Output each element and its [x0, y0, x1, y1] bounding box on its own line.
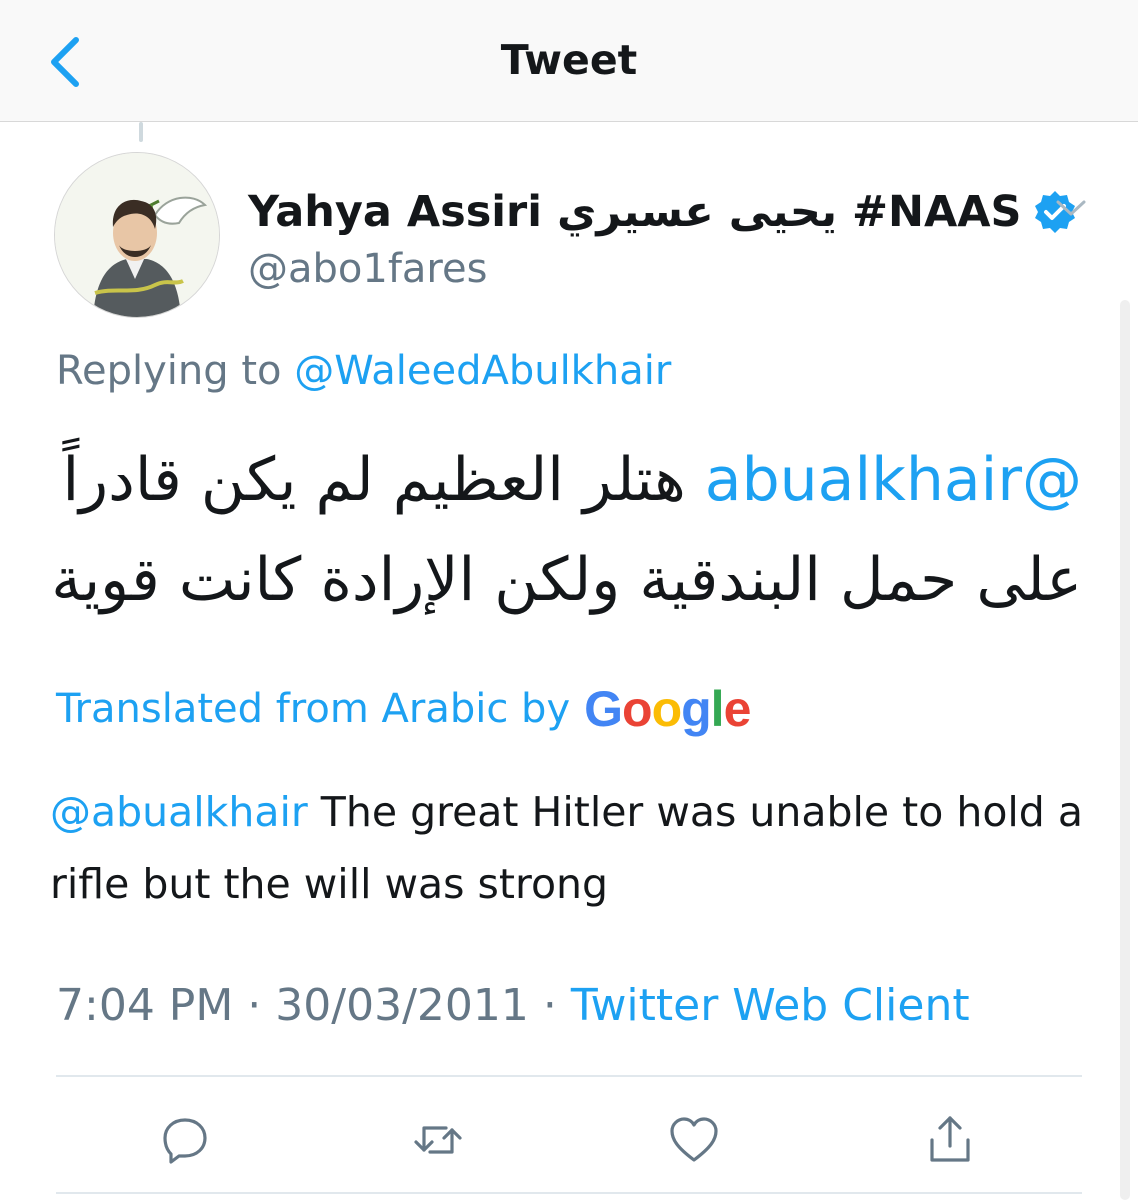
divider	[56, 1192, 1082, 1194]
translation-attribution[interactable]: Translated from Arabic by Google	[56, 680, 752, 738]
replying-to-label: Replying to	[56, 348, 282, 394]
reply-icon[interactable]	[159, 1114, 211, 1166]
divider	[56, 1075, 1082, 1077]
meta-separator: ·	[233, 980, 276, 1031]
google-letter: g	[681, 681, 712, 737]
action-bar	[0, 1110, 1138, 1170]
tweet-metadata: 7:04 PM · 30/03/2011 · Twitter Web Clien…	[56, 980, 970, 1031]
tweet-text: @abualkhair هتلر العظيم لم يكن قادراً عل…	[42, 430, 1082, 630]
retweet-icon[interactable]	[412, 1114, 464, 1166]
google-logo: Google	[584, 680, 752, 738]
replying-to-line: Replying to @WaleedAbulkhair	[56, 348, 671, 394]
translated-label: Translated from Arabic by	[56, 686, 571, 732]
client-link[interactable]: Twitter Web Client	[571, 980, 970, 1031]
meta-separator: ·	[528, 980, 571, 1031]
avatar-illustration-icon	[55, 153, 219, 317]
author-handle[interactable]: @abo1fares	[248, 246, 487, 292]
google-letter: G	[584, 681, 623, 737]
share-icon[interactable]	[924, 1114, 976, 1166]
google-letter: e	[723, 681, 752, 737]
google-letter: o	[622, 681, 653, 737]
translated-text: @abualkhair The great Hitler was unable …	[50, 776, 1090, 920]
reply-to-link[interactable]: @WaleedAbulkhair	[294, 348, 671, 394]
thread-connector-line	[139, 122, 143, 142]
tweet-time: 7:04 PM	[56, 980, 234, 1031]
mention-link[interactable]: @abualkhair	[705, 445, 1082, 515]
navigation-bar: Tweet	[0, 0, 1138, 122]
author-name[interactable]: Yahya Assiri يحيى عسيري #NAAS	[248, 187, 1022, 237]
scrollbar[interactable]	[1120, 300, 1130, 1200]
page-title: Tweet	[500, 36, 638, 84]
chevron-down-icon[interactable]	[1054, 196, 1088, 220]
tweet-date: 30/03/2011	[275, 980, 529, 1031]
google-letter: o	[651, 681, 683, 737]
translation-mention-link[interactable]: @abualkhair	[50, 788, 308, 836]
like-icon[interactable]	[668, 1114, 720, 1166]
google-letter: l	[710, 681, 725, 737]
author-row[interactable]: Yahya Assiri يحيى عسيري #NAAS	[248, 182, 1078, 242]
avatar[interactable]	[54, 152, 220, 318]
